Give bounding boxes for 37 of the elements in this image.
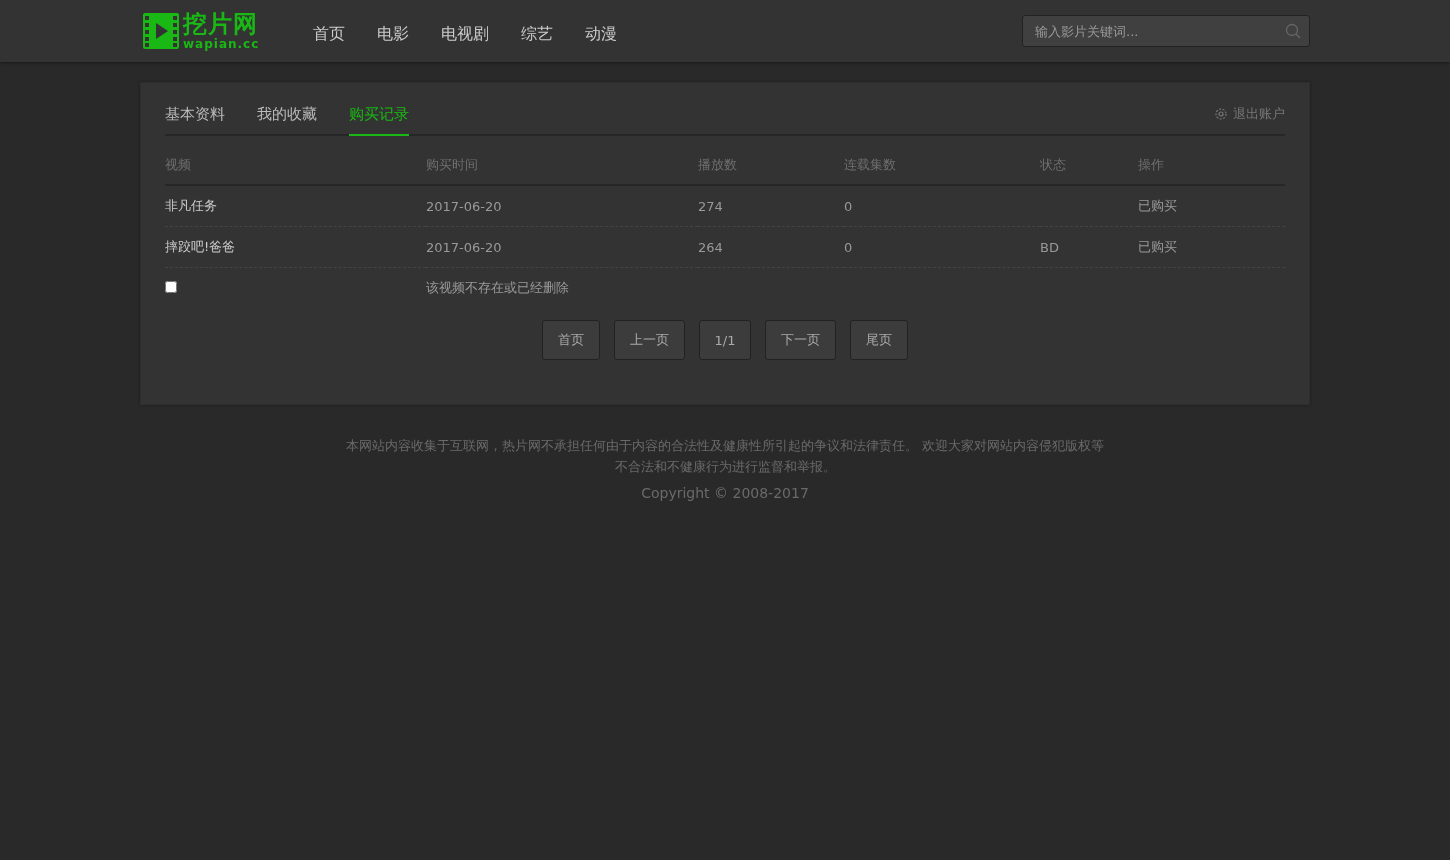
row-checkbox[interactable] (165, 280, 177, 293)
video-title: 摔跤吧!爸爸 (165, 239, 236, 254)
column-header: 连载集数 (844, 146, 1040, 185)
table-cell: 274 (698, 198, 723, 214)
page-button[interactable]: 尾页 (850, 320, 909, 360)
logo-domain[interactable]: wapian.cc (183, 38, 260, 50)
film-play-icon[interactable] (143, 13, 179, 49)
table-cell: 已购买 (1138, 239, 1177, 254)
nav-link[interactable]: 电视剧 (441, 23, 490, 45)
copyright-text: Copyright © 2008-2017 (640, 485, 810, 501)
page-button[interactable]: 下一页 (765, 320, 837, 360)
table-cell: 0 (844, 198, 853, 214)
missing-message: 该视频不存在或已经删除 (426, 280, 569, 295)
nav-link[interactable]: 电影 (377, 23, 410, 45)
nav-link[interactable]: 动漫 (585, 23, 618, 45)
page-button[interactable]: 1/1 (698, 320, 752, 360)
column-header: 视频 (165, 146, 426, 185)
nav-link[interactable]: 首页 (313, 23, 346, 45)
table-cell: 2017-06-20 (426, 239, 502, 255)
tab[interactable]: 购买记录 (349, 105, 409, 136)
table-cell: 已购买 (1138, 198, 1177, 213)
logo-name[interactable]: 挖片网 (183, 12, 260, 36)
tab[interactable]: 我的收藏 (257, 105, 317, 136)
table-cell: 264 (698, 239, 723, 255)
page-button[interactable]: 上一页 (613, 320, 685, 360)
column-header: 播放数 (698, 146, 844, 185)
video-title: 非凡任务 (165, 198, 217, 213)
disclaimer-text: 本网站内容收集于互联网，热片网不承担任何由于内容的合法性及健康性所引起的争议和法律责任。 欢迎大家对网站内容侵犯版权等不合法和不健康行为进行监督和举报。 (345, 437, 1105, 476)
table-cell: 2017-06-20 (426, 198, 502, 214)
logout-link[interactable]: 退出账户 (1214, 105, 1285, 123)
table-cell: BD (1040, 239, 1059, 255)
tab[interactable]: 基本资料 (165, 105, 225, 136)
page-button[interactable]: 首页 (541, 320, 600, 360)
nav-link[interactable]: 综艺 (521, 23, 554, 45)
gear-icon (1214, 107, 1228, 121)
search-field[interactable]: 输入影片关键词... (1022, 15, 1310, 47)
table-cell: 0 (844, 239, 853, 255)
